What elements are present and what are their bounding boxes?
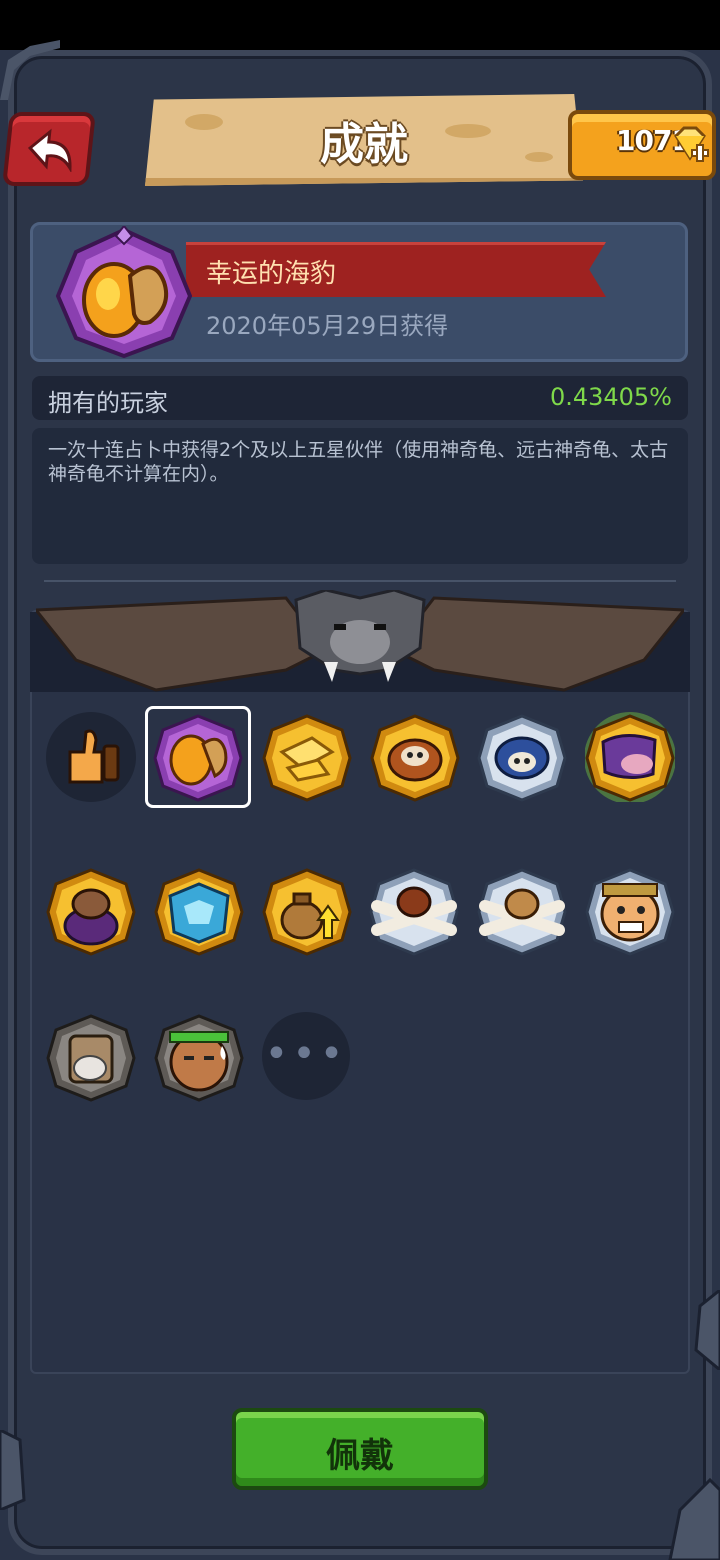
gem-counter[interactable]: 1071 bbox=[568, 110, 716, 180]
money-bag-up-icon bbox=[262, 868, 352, 956]
badge-dragon-egg[interactable] bbox=[46, 866, 136, 956]
badge-money-bag[interactable] bbox=[262, 866, 352, 956]
page-title: 成就 bbox=[320, 119, 408, 170]
owner-stat-bar: 拥有的玩家 0.43405% bbox=[32, 376, 688, 420]
rock-decoration bbox=[0, 1430, 26, 1510]
status-bar bbox=[0, 0, 720, 50]
blue-skull-icon bbox=[477, 714, 567, 802]
achievement-name: 幸运的海豹 bbox=[206, 259, 337, 289]
sheep-pack-icon bbox=[46, 1014, 136, 1102]
divider bbox=[44, 580, 676, 582]
achievement-ribbon: 幸运的海豹 bbox=[186, 242, 606, 297]
purple-mask-icon bbox=[584, 712, 676, 804]
eagle-bones-icon bbox=[369, 868, 459, 956]
rock-decoration bbox=[0, 40, 60, 100]
more-badges-button[interactable]: ••• bbox=[262, 1012, 350, 1100]
lucky-seal-icon bbox=[153, 714, 243, 802]
back-arrow-icon bbox=[27, 128, 72, 172]
badge-thumbs-up[interactable] bbox=[46, 712, 136, 802]
description-box: 一次十连占卜中获得2个及以上五星伙伴（使用神奇龟、远古神奇龟、太古神奇龟不计算在… bbox=[32, 428, 688, 564]
achievement-date: 2020年05月29日获得 bbox=[206, 312, 449, 340]
wear-button[interactable]: 佩戴 bbox=[232, 1408, 488, 1490]
title-banner: 成就 bbox=[145, 94, 583, 186]
dragon-egg-icon bbox=[46, 868, 136, 956]
wear-button-label: 佩戴 bbox=[326, 1436, 394, 1476]
badge-screaming-face[interactable] bbox=[585, 866, 675, 956]
rock-decoration bbox=[694, 1290, 720, 1370]
bat-wings-icon bbox=[36, 590, 684, 692]
owner-label: 拥有的玩家 bbox=[48, 389, 168, 417]
gold-scrap-icon bbox=[262, 714, 352, 802]
sweating-warrior-icon bbox=[154, 1014, 244, 1102]
owner-percent: 0.43405% bbox=[549, 383, 672, 411]
badge-eagle-bones[interactable] bbox=[369, 866, 459, 956]
beast-skull-icon bbox=[370, 714, 460, 802]
badge-gold-scrap[interactable] bbox=[262, 712, 352, 802]
badge-beast-skull[interactable] bbox=[370, 712, 460, 802]
badge-lucky-seal[interactable] bbox=[153, 712, 243, 802]
badge-sheep-pack[interactable] bbox=[46, 1012, 136, 1102]
diamond-plus-icon bbox=[674, 126, 709, 162]
rock-decoration bbox=[668, 1477, 720, 1560]
badge-ice-beast[interactable] bbox=[154, 866, 244, 956]
achievement-description: 一次十连占卜中获得2个及以上五星伙伴（使用神奇龟、远古神奇龟、太古神奇龟不计算在… bbox=[48, 439, 669, 485]
badge-purple-mask[interactable] bbox=[584, 712, 676, 804]
sack-bones-icon bbox=[477, 868, 567, 956]
back-button[interactable] bbox=[2, 112, 96, 186]
badge-sack-bones[interactable] bbox=[477, 866, 567, 956]
ice-beast-icon bbox=[154, 868, 244, 956]
badge-blue-skull[interactable] bbox=[477, 712, 567, 802]
thumbs-up-icon bbox=[68, 729, 120, 784]
lucky-seal-medal-icon bbox=[55, 226, 193, 358]
screaming-face-icon bbox=[585, 868, 675, 956]
badge-sweating-warrior[interactable] bbox=[154, 1012, 244, 1102]
